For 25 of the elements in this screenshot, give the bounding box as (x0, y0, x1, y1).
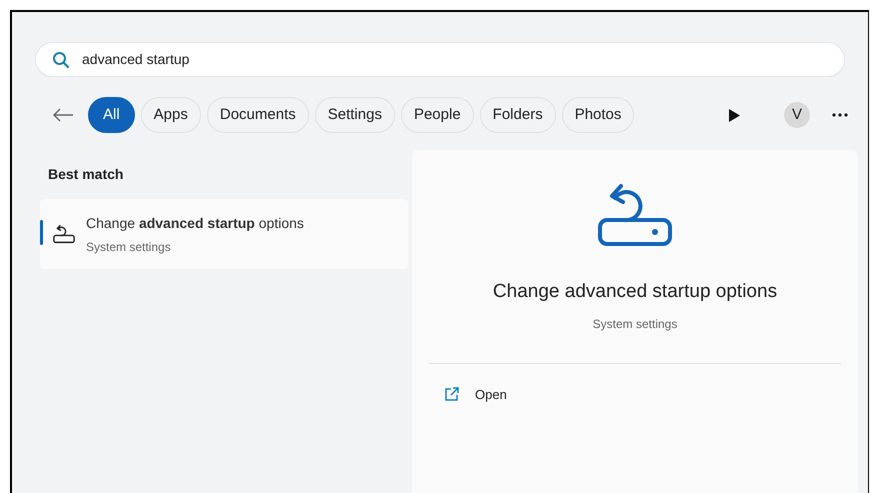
play-icon[interactable] (729, 108, 740, 122)
more-options-icon[interactable] (832, 113, 848, 117)
section-heading: Best match (48, 165, 124, 184)
filter-tab[interactable]: All (88, 97, 135, 133)
filter-tab[interactable]: Folders (480, 97, 556, 133)
account-avatar[interactable]: V (784, 102, 810, 128)
filter-tab[interactable]: Settings (314, 97, 395, 133)
restore-drive-icon (597, 182, 673, 248)
restore-drive-icon (53, 224, 75, 244)
back-arrow-icon[interactable] (52, 107, 74, 123)
filter-tab[interactable]: Documents (206, 97, 309, 133)
result-title: Change advanced startup options (86, 214, 304, 233)
filter-tab[interactable]: People (400, 97, 474, 133)
filter-tab[interactable]: Apps (140, 97, 201, 133)
search-field[interactable]: advanced startup (35, 42, 845, 77)
result-subtitle: System settings (592, 316, 678, 332)
open-external-icon (444, 387, 459, 402)
search-icon (52, 50, 70, 68)
result-subtitle: System settings (86, 238, 172, 256)
filter-tab[interactable]: Photos (562, 97, 634, 133)
search-result[interactable]: Change advanced startup options System settings (40, 199, 408, 269)
search-text: advanced startup (82, 50, 190, 69)
result-title: Change advanced startup options (492, 280, 778, 304)
selection-indicator (40, 220, 43, 245)
open-link[interactable]: Open (475, 384, 507, 404)
